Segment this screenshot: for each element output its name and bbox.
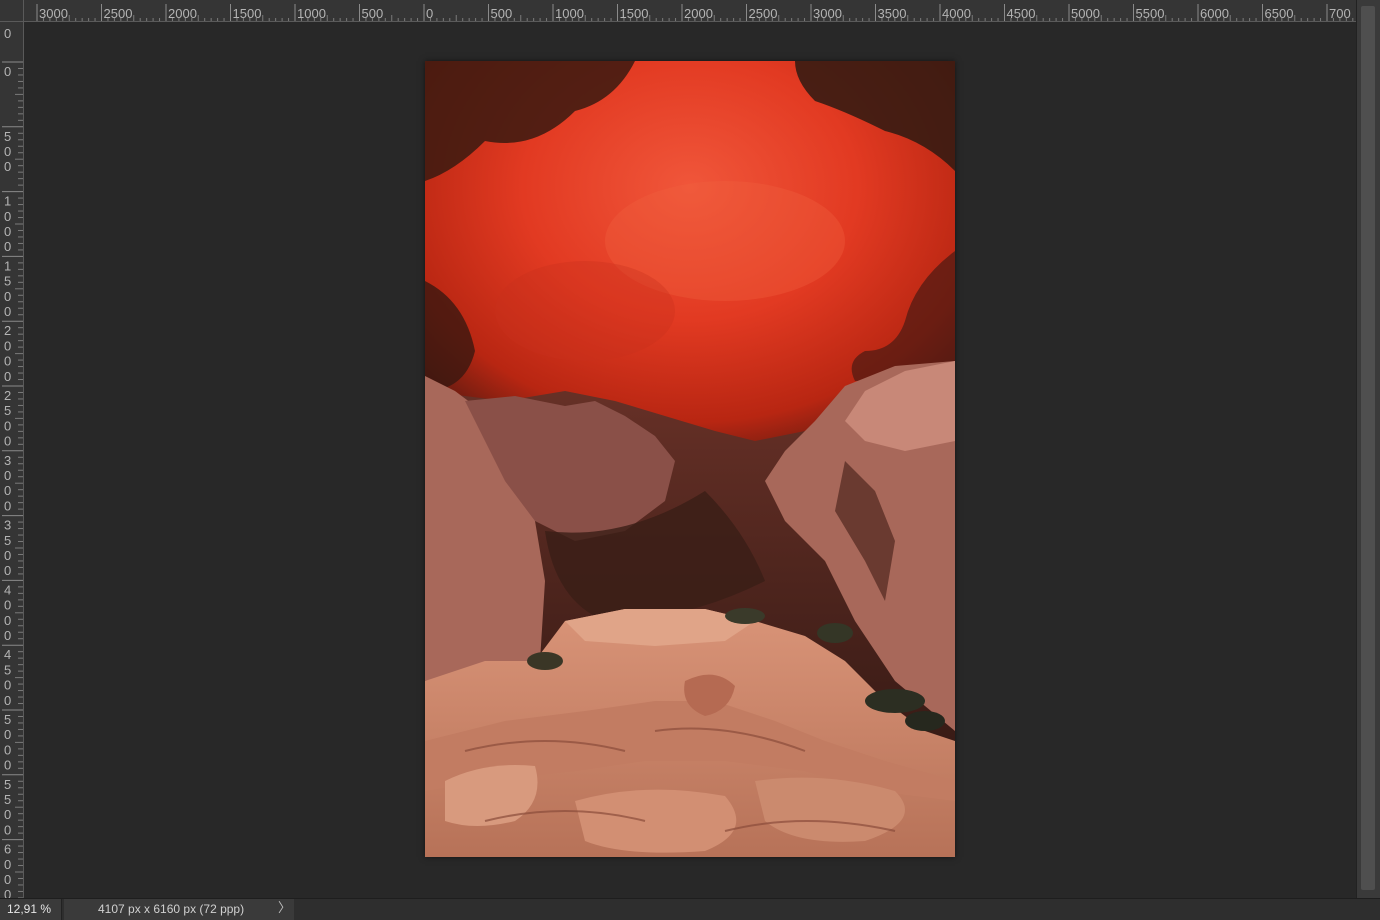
ruler-label: 0 — [4, 144, 11, 159]
ruler-label: 3000 — [39, 6, 68, 21]
ruler-label: 0 — [4, 64, 11, 79]
ruler-label: 4 — [4, 582, 11, 597]
vertical-scrollbar-thumb[interactable] — [1361, 6, 1375, 890]
ruler-label: 0 — [4, 304, 11, 319]
vertical-ruler[interactable]: 0050010001500200025003000350040004500500… — [0, 22, 24, 898]
ruler-label: 5 — [4, 662, 11, 677]
ruler-label: 2500 — [104, 6, 133, 21]
ruler-label: 6000 — [1200, 6, 1229, 21]
ruler-label: 6 — [4, 842, 11, 857]
ruler-label: 4500 — [1007, 6, 1036, 21]
ruler-label: 0 — [4, 209, 11, 224]
ruler-label: 0 — [4, 239, 11, 254]
ruler-label: 3000 — [813, 6, 842, 21]
ruler-label: 5 — [4, 403, 11, 418]
chevron-right-icon[interactable]: 〉 — [278, 899, 291, 920]
ruler-label: 0 — [4, 678, 11, 693]
ruler-label: 6500 — [1265, 6, 1294, 21]
ruler-label: 5 — [4, 777, 11, 792]
ruler-label: 2 — [4, 323, 11, 338]
ruler-label: 2000 — [684, 6, 713, 21]
ruler-label: 0 — [4, 822, 11, 837]
ruler-label: 0 — [4, 224, 11, 239]
ruler-label: 2 — [4, 388, 11, 403]
ruler-label: 5 — [4, 792, 11, 807]
vertical-scrollbar[interactable] — [1356, 0, 1380, 898]
ruler-label: 500 — [491, 6, 513, 21]
ruler-label: 5 — [4, 129, 11, 144]
ruler-label: 0 — [4, 857, 11, 872]
ruler-label: 0 — [4, 369, 11, 384]
ruler-label: 1000 — [297, 6, 326, 21]
ruler-label: 1500 — [620, 6, 649, 21]
ruler-label: 0 — [426, 6, 433, 21]
ruler-label: 0 — [4, 628, 11, 643]
ruler-label: 0 — [4, 338, 11, 353]
ruler-label: 2000 — [168, 6, 197, 21]
ruler-label: 0 — [4, 434, 11, 449]
horizontal-ruler[interactable]: 3000 2500 2000 1500 1000 500 0 500 1000 1500 2000 2… — [24, 0, 1356, 22]
ruler-label: 5 — [4, 274, 11, 289]
ruler-label: 0 — [4, 548, 11, 563]
status-bar: 12,91 % 4107 px x 6160 px (72 ppp) 〉 — [0, 898, 1380, 920]
ruler-label: 5000 — [1071, 6, 1100, 21]
photo-editor-window: 3000 2500 2000 1500 1000 500 0 500 1000 1500 2000 2… — [0, 0, 1380, 920]
ruler-label: 3 — [4, 453, 11, 468]
zoom-level-field[interactable]: 12,91 % — [0, 899, 62, 920]
ruler-label: 0 — [4, 418, 11, 433]
horizontal-ruler-ticks: 3000 2500 2000 1500 1000 500 0 500 1000 1500 2000 2… — [36, 4, 1354, 21]
ruler-corner[interactable] — [0, 0, 24, 22]
ruler-label: 1 — [4, 194, 11, 209]
ruler-label: 0 — [4, 26, 11, 41]
ruler-label: 1 — [4, 258, 11, 273]
ruler-label: 4000 — [942, 6, 971, 21]
ruler-label: 4 — [4, 647, 11, 662]
canyon-photo — [425, 61, 955, 857]
ruler-label: 0 — [4, 354, 11, 369]
ruler-label: 0 — [4, 887, 11, 898]
ruler-label: 0 — [4, 727, 11, 742]
ruler-label: 0 — [4, 289, 11, 304]
ruler-label: 0 — [4, 742, 11, 757]
ruler-label: 0 — [4, 758, 11, 773]
ruler-label: 0 — [4, 598, 11, 613]
ruler-label: 2500 — [749, 6, 778, 21]
ruler-label: 5 — [4, 712, 11, 727]
ruler-label: 0 — [4, 159, 11, 174]
ruler-label: 0 — [4, 807, 11, 822]
ruler-label: 0 — [4, 498, 11, 513]
ruler-label: 5 — [4, 533, 11, 548]
ruler-label: 1000 — [555, 6, 584, 21]
document-image[interactable] — [425, 61, 955, 857]
document-info[interactable]: 4107 px x 6160 px (72 ppp) — [64, 899, 294, 920]
ruler-label: 0 — [4, 872, 11, 887]
ruler-label: 0 — [4, 483, 11, 498]
ruler-label: 700 — [1329, 6, 1351, 21]
ruler-label: 0 — [4, 613, 11, 628]
ruler-label: 3500 — [878, 6, 907, 21]
ruler-label: 0 — [4, 468, 11, 483]
ruler-label: 0 — [4, 693, 11, 708]
ruler-label: 3 — [4, 518, 11, 533]
ruler-label: 0 — [4, 563, 11, 578]
ruler-label: 1500 — [233, 6, 262, 21]
vertical-ruler-ticks: 0050010001500200025003000350040004500500… — [2, 26, 23, 898]
ruler-label: 5500 — [1136, 6, 1165, 21]
ruler-label: 500 — [362, 6, 384, 21]
